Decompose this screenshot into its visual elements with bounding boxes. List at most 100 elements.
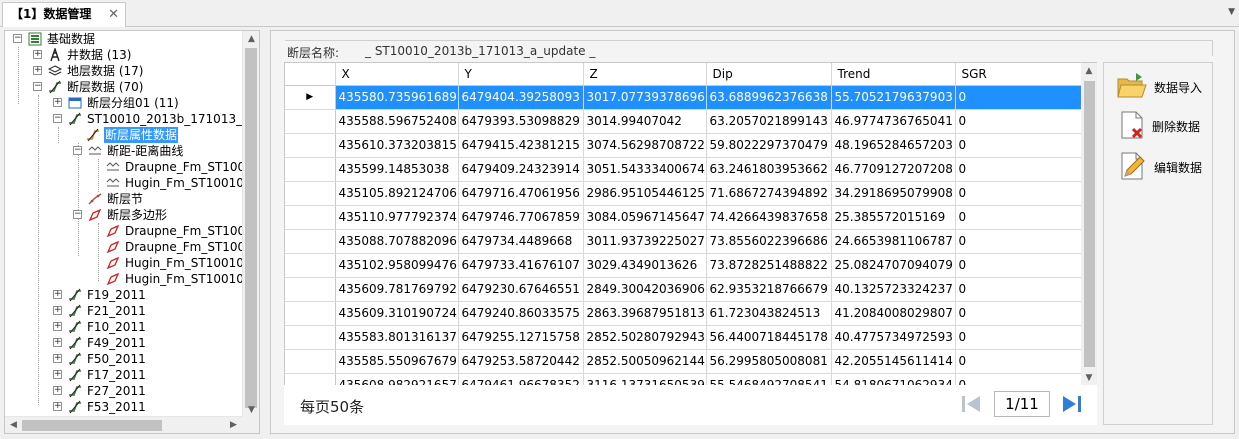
cell-trend[interactable]: 46.9774736765041 — [831, 109, 956, 134]
cell-trend[interactable]: 40.4775734972593 — [831, 325, 956, 350]
delete-data-button[interactable]: 删除数据 — [1116, 108, 1212, 142]
cell-dip[interactable]: 63.2057021899143 — [706, 109, 832, 134]
cell-x[interactable]: 435599.14853038 — [335, 157, 459, 182]
cell-sgr[interactable]: 0 — [955, 133, 1082, 158]
cell-sgr[interactable]: 0 — [955, 157, 1082, 182]
cell-dip[interactable]: 73.8728251488822 — [706, 253, 832, 278]
row-header[interactable] — [285, 109, 336, 134]
cell-z[interactable]: 3014.99407042 — [583, 109, 707, 134]
cell-y[interactable]: 6479255.12715758 — [458, 325, 584, 350]
cell-trend[interactable]: 42.2055145611414 — [831, 349, 956, 374]
cell-dip[interactable]: 61.723043824513 — [706, 301, 832, 326]
tree-horizontal-scrollbar[interactable]: ◀ ▶ — [5, 416, 242, 433]
tree-item-strata[interactable]: + 地层数据 (17) — [5, 63, 245, 79]
cell-dip[interactable]: 56.4400718445178 — [706, 325, 832, 350]
cell-y[interactable]: 6479240.86033575 — [458, 301, 584, 326]
cell-z[interactable]: 3074.56298708722 — [583, 133, 707, 158]
row-header[interactable] — [285, 301, 336, 326]
cell-sgr[interactable]: 0 — [955, 85, 1082, 110]
tree-item-poly4[interactable]: Hugin_Fm_ST10010_ — [5, 271, 250, 287]
cell-trend[interactable]: 46.7709127207208 — [831, 157, 956, 182]
cell-z[interactable]: 2849.30042036906 — [583, 277, 707, 302]
cell-z[interactable]: 3011.93739225027 — [583, 229, 707, 254]
cell-trend[interactable]: 25.0824707094079 — [831, 253, 956, 278]
column-header-trend[interactable]: Trend — [831, 63, 956, 86]
import-data-button[interactable]: 数据导入 — [1116, 69, 1212, 103]
cell-dip[interactable]: 63.6889962376638 — [706, 85, 832, 110]
table-row[interactable]: 435110.977792374 6479746.77067859 3084.059… — [285, 205, 1082, 230]
cell-y[interactable]: 6479393.53098829 — [458, 109, 584, 134]
cell-y[interactable]: 6479409.24323914 — [458, 157, 584, 182]
table-row[interactable]: 435105.892124706 6479716.47061956 2986.951… — [285, 181, 1082, 206]
scroll-thumb[interactable] — [22, 420, 162, 431]
cell-sgr[interactable]: 0 — [955, 181, 1082, 206]
row-header[interactable] — [285, 277, 336, 302]
row-header[interactable] — [285, 253, 336, 278]
row-header[interactable] — [285, 205, 336, 230]
cell-x[interactable]: 435583.801316137 — [335, 325, 459, 350]
column-header-sgr[interactable]: SGR — [955, 63, 1082, 86]
tree-item-f19[interactable]: + F19_2011 — [5, 287, 245, 303]
cell-x[interactable]: 435110.977792374 — [335, 205, 459, 230]
tree-item-faults[interactable]: − 断层数据 (70) — [5, 79, 245, 95]
cell-trend[interactable]: 24.6653981106787 — [831, 229, 956, 254]
cell-trend[interactable]: 41.2084008029807 — [831, 301, 956, 326]
cell-y[interactable]: 6479733.41676107 — [458, 253, 584, 278]
tree-item-f17[interactable]: + F17_2011 — [5, 367, 245, 383]
tree-item-poly1[interactable]: Draupne_Fm_ST1001 — [5, 223, 253, 239]
scroll-up-icon[interactable]: ▲ — [243, 31, 259, 47]
table-row[interactable]: 435088.707882096 6479734.4489668 3011.9373… — [285, 229, 1082, 254]
cell-dip[interactable]: 59.8022297370479 — [706, 133, 832, 158]
edit-data-button[interactable]: 编辑数据 — [1116, 149, 1212, 183]
tree-item-f53[interactable]: + F53_2011 — [5, 399, 245, 415]
cell-z[interactable]: 3017.07739378696 — [583, 85, 707, 110]
scroll-thumb[interactable] — [1084, 81, 1095, 367]
cell-z[interactable]: 2863.39687951813 — [583, 301, 707, 326]
row-header[interactable] — [285, 325, 336, 350]
column-header-y[interactable]: Y — [458, 63, 584, 86]
tree-item-poly3[interactable]: Hugin_Fm_ST10010_ — [5, 255, 250, 271]
cell-trend[interactable]: 25.385572015169 — [831, 205, 956, 230]
cell-sgr[interactable]: 0 — [955, 253, 1082, 278]
tree-item-fault-node[interactable]: 断层节 — [5, 191, 245, 207]
tree-item-poly2[interactable]: Draupne_Fm_ST1001 — [5, 239, 253, 255]
cell-dip[interactable]: 74.4266439837658 — [706, 205, 832, 230]
cell-z[interactable]: 3029.4349013626 — [583, 253, 707, 278]
cell-x[interactable]: 435609.781769792 — [335, 277, 459, 302]
cell-y[interactable]: 6479253.58720442 — [458, 349, 584, 374]
cell-sgr[interactable]: 0 — [955, 277, 1082, 302]
cell-sgr[interactable]: 0 — [955, 109, 1082, 134]
cell-dip[interactable]: 56.2995805008081 — [706, 349, 832, 374]
cell-sgr[interactable]: 0 — [955, 325, 1082, 350]
cell-y[interactable]: 6479415.42381215 — [458, 133, 584, 158]
cell-x[interactable]: 435585.550967679 — [335, 349, 459, 374]
cell-z[interactable]: 2986.95105446125 — [583, 181, 707, 206]
cell-trend[interactable]: 40.1325723324237 — [831, 277, 956, 302]
cell-z[interactable]: 2852.50280792943 — [583, 325, 707, 350]
table-row[interactable]: 435585.550967679 6479253.58720442 2852.500… — [285, 349, 1082, 374]
tree-item-f50[interactable]: + F50_2011 — [5, 351, 245, 367]
cell-trend[interactable]: 55.7052179637903 — [831, 85, 956, 110]
cell-z[interactable]: 3084.05967145647 — [583, 205, 707, 230]
cell-dip[interactable]: 63.2461803953662 — [706, 157, 832, 182]
table-row[interactable]: ▶ 435580.735961689 6479404.39258093 3017.07… — [285, 85, 1082, 110]
nav-last-icon[interactable] — [1060, 393, 1084, 415]
scroll-down-icon[interactable]: ▼ — [1081, 370, 1097, 386]
cell-sgr[interactable]: 0 — [955, 349, 1082, 374]
tree-item-root[interactable]: − 基础数据 — [5, 31, 245, 47]
column-header-dip[interactable]: Dip — [706, 63, 832, 86]
table-row[interactable]: 435609.781769792 6479230.67646551 2849.300… — [285, 277, 1082, 302]
cell-x[interactable]: 435588.596752408 — [335, 109, 459, 134]
cell-x[interactable]: 435088.707882096 — [335, 229, 459, 254]
cell-sgr[interactable]: 0 — [955, 205, 1082, 230]
tree-item-fault-group[interactable]: + 断层分组01 (11) — [5, 95, 245, 111]
cell-y[interactable]: 6479404.39258093 — [458, 85, 584, 110]
tree-item-curve1[interactable]: Draupne_Fm_ST1001 — [5, 159, 253, 175]
row-header[interactable] — [285, 229, 336, 254]
row-header[interactable] — [285, 133, 336, 158]
chevron-down-icon[interactable]: ▼ — [1228, 7, 1235, 17]
column-header-z[interactable]: Z — [583, 63, 707, 86]
page-indicator[interactable]: 1/11 — [994, 391, 1050, 417]
tab-data-management[interactable]: 【1】数据管理 ✕ — [2, 2, 126, 27]
tree-item-dist-curve[interactable]: − 断距-距离曲线 — [5, 143, 245, 159]
